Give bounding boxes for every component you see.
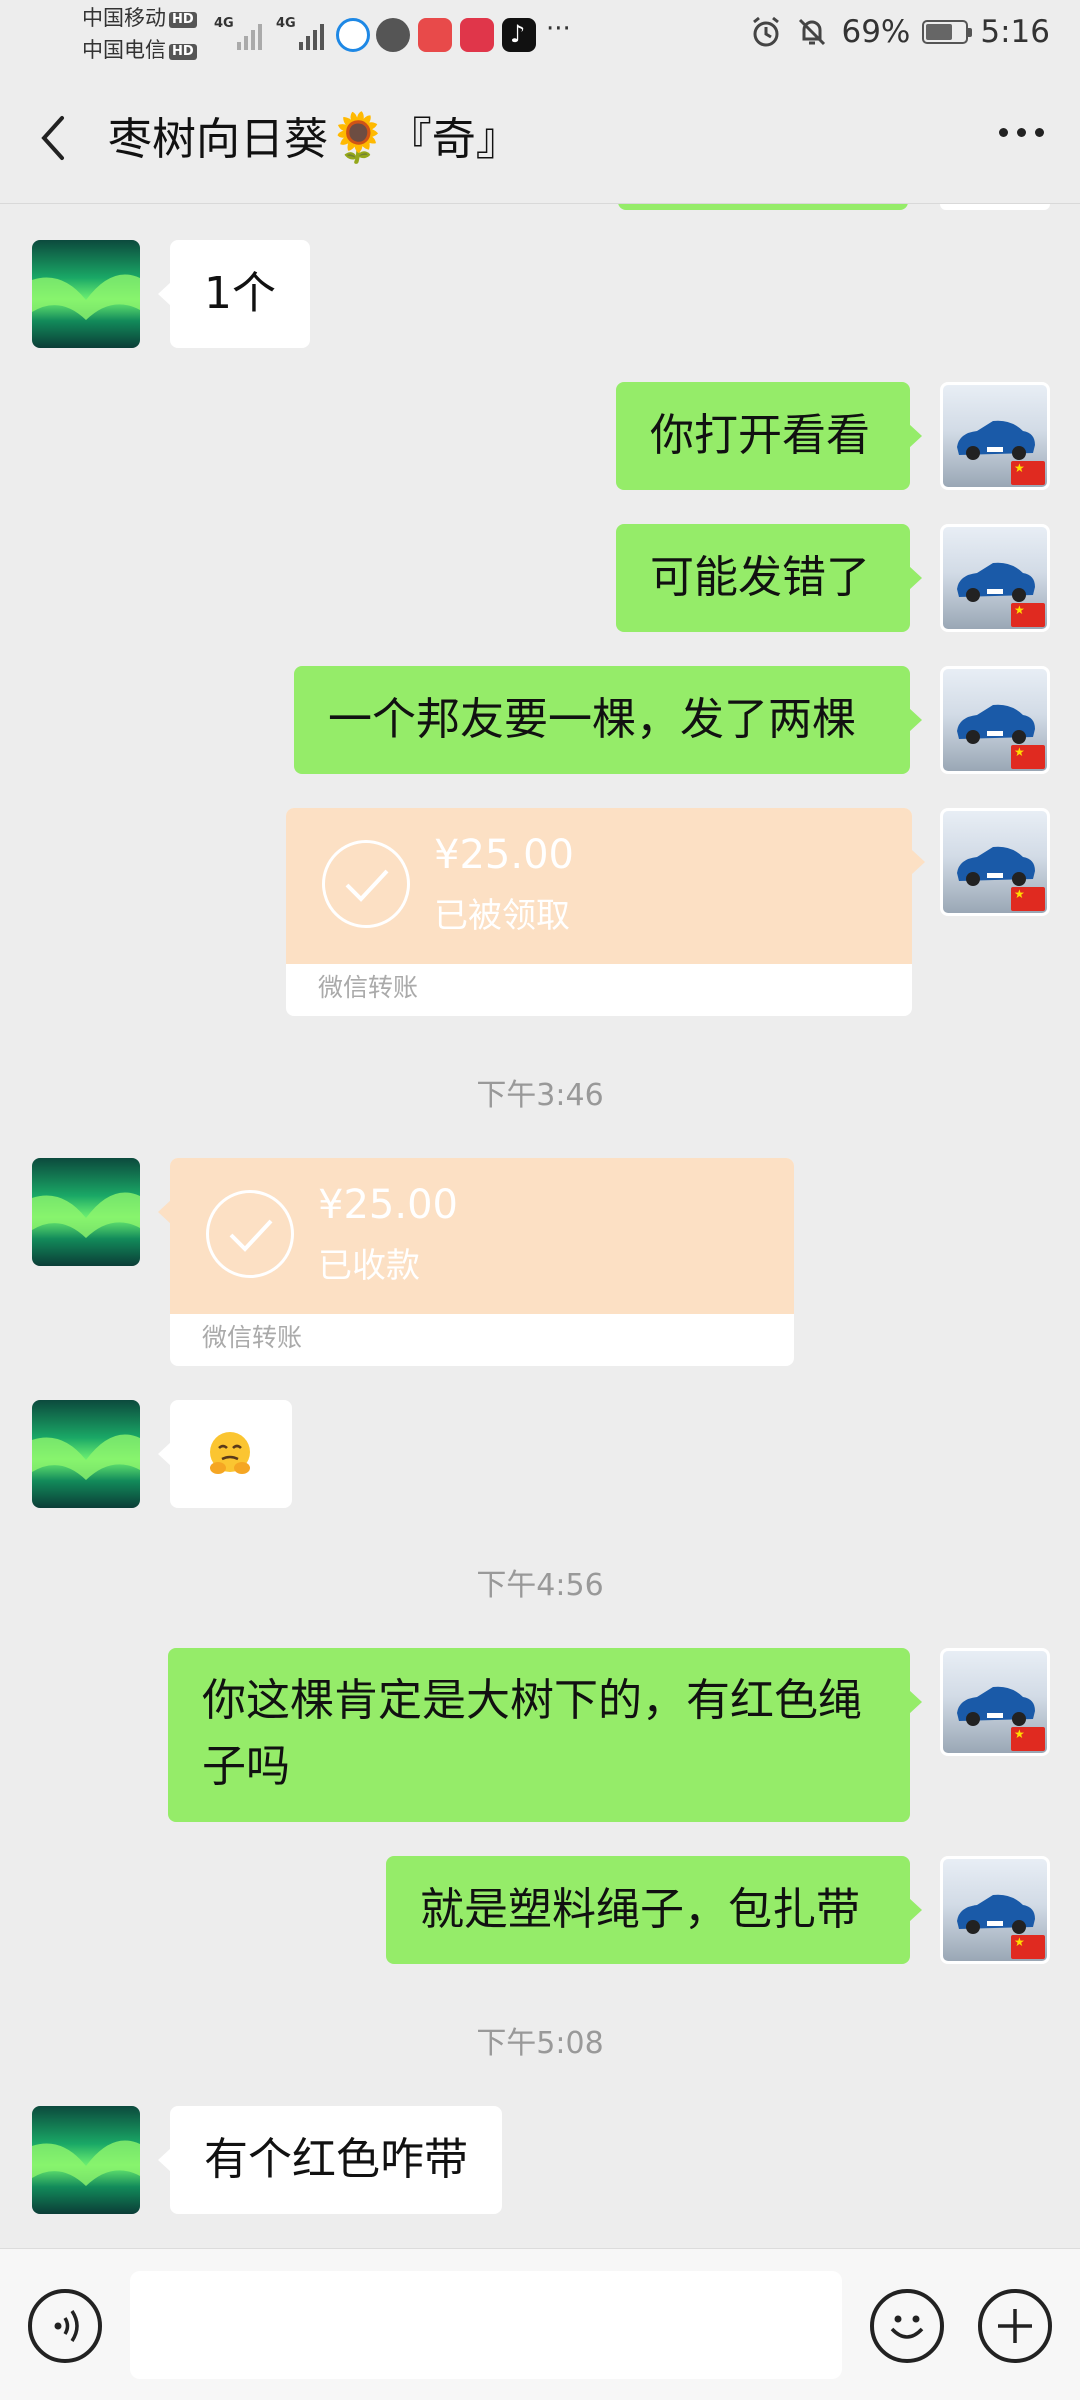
message-app-icon [376, 18, 410, 52]
plus-icon[interactable] [978, 2289, 1052, 2363]
input-bar [0, 2248, 1080, 2400]
more-options-button[interactable] [999, 128, 1044, 137]
reader-app-icon [460, 18, 494, 52]
clock: 5:16 [980, 14, 1050, 50]
carrier-2: 中国电信 HD [82, 38, 197, 62]
store-app-icon [418, 18, 452, 52]
battery-percent: 69% [841, 14, 911, 50]
timestamp: 下午4:56 [476, 1568, 604, 1603]
battery-icon [922, 20, 973, 44]
transfer-card[interactable]: ¥25.00 已收款 微信转账 [170, 1158, 794, 1366]
grimacing-hands-emoji [210, 1432, 250, 1474]
message-bubble[interactable]: 1个 [158, 240, 310, 348]
browser-app-icon [336, 18, 370, 52]
my-avatar[interactable] [940, 1856, 1050, 1964]
transfer-card[interactable]: ¥25.00 已被领取 微信转账 [286, 808, 912, 1016]
emoji-icon[interactable] [870, 2289, 944, 2363]
voice-icon[interactable] [28, 2289, 102, 2363]
my-avatar[interactable] [940, 524, 1050, 632]
contact-avatar[interactable] [32, 1400, 140, 1508]
bubble-tail [912, 850, 925, 874]
transfer-amount: ¥25.00 [318, 1182, 458, 1228]
status-right: 69% 5:16 [749, 14, 1050, 50]
alarm-icon [753, 16, 780, 47]
message-bubble[interactable]: 你打开看看 [616, 382, 922, 490]
message-bubble[interactable]: 你这棵肯定是大树下的，有红色绳子吗 [168, 1648, 922, 1822]
message-bubble[interactable]: 有个红色咋带 [158, 2106, 502, 2214]
message-bubble[interactable]: 一个邦友要一棵，发了两棵 [294, 666, 922, 774]
transfer-status: 已被领取 [434, 896, 570, 936]
signal-icon-2: 4G [276, 16, 324, 50]
transfer-footer: 微信转账 [202, 1323, 303, 1352]
transfer-status: 已收款 [318, 1246, 420, 1286]
timestamp: 下午3:46 [476, 1078, 604, 1113]
my-avatar[interactable] [940, 808, 1050, 916]
my-avatar[interactable] [940, 382, 1050, 490]
chat-title: 枣树向日葵🌻『奇』 [108, 110, 520, 166]
message-input[interactable] [130, 2271, 842, 2379]
transfer-footer: 微信转账 [318, 973, 419, 1002]
mute-bell-icon [799, 18, 826, 46]
more-notifications-icon: ··· [546, 14, 571, 44]
carrier-1: 中国移动 HD [82, 6, 197, 30]
my-avatar[interactable] [940, 1648, 1050, 1756]
previous-message-fragment [618, 204, 908, 210]
contact-avatar[interactable] [32, 2106, 140, 2214]
check-icon [322, 840, 410, 928]
previous-avatar-fragment [940, 204, 1050, 210]
tiktok-app-icon: ♪ [502, 18, 536, 52]
message-bubble[interactable] [158, 1400, 292, 1508]
sunflower-icon: 🌻 [328, 110, 388, 166]
contact-avatar[interactable] [32, 240, 140, 348]
status-bar: 中国移动 HD 中国电信 HD 4G 4G ♪ ··· 69% 5:16 [0, 0, 1080, 72]
message-bubble[interactable]: 可能发错了 [616, 524, 922, 632]
contact-avatar[interactable] [32, 1158, 140, 1266]
my-avatar[interactable] [940, 666, 1050, 774]
transfer-amount: ¥25.00 [434, 832, 574, 878]
check-icon [206, 1190, 294, 1278]
timestamp: 下午5:08 [476, 2026, 604, 2061]
message-list[interactable]: 1个 你打开看看 可能发错了 一个邦友要一棵，发了两棵 ¥25.00 已被领取 … [0, 204, 1080, 2248]
message-bubble[interactable]: 就是塑料绳子，包扎带 [386, 1856, 922, 1964]
signal-icon-1: 4G [214, 16, 262, 50]
chat-header: 枣树向日葵🌻『奇』 [0, 72, 1080, 204]
back-arrow-icon[interactable] [30, 110, 80, 166]
